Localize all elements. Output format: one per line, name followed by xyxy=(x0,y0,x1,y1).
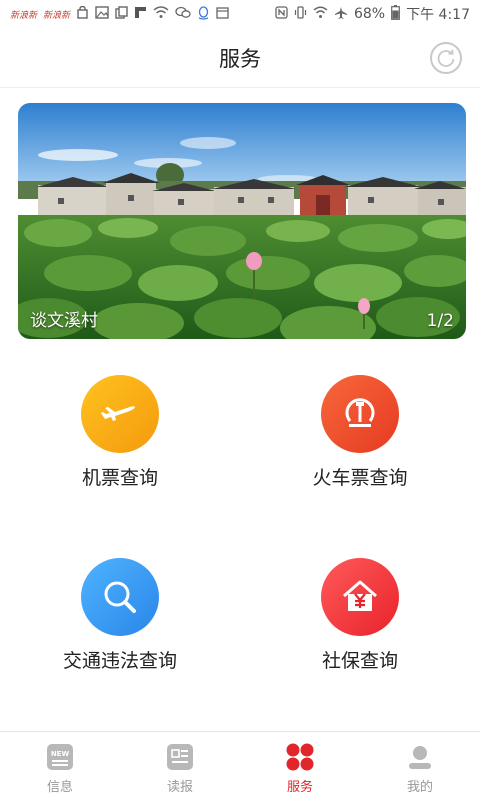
app-header: 服务 xyxy=(0,28,480,88)
flipboard-icon xyxy=(134,6,147,22)
village-lotus-photo xyxy=(18,103,466,339)
bag-icon xyxy=(76,5,89,22)
services-grid: 机票查询 火车票查询 交通违法查询 社保查询 xyxy=(0,360,480,720)
clock: 下午 4:17 xyxy=(406,7,470,23)
sina-news-app-icon-2: 新浪新 xyxy=(43,10,71,21)
vibrate-icon xyxy=(294,6,307,22)
page-title: 服务 xyxy=(219,46,261,71)
qq-icon xyxy=(197,5,210,23)
status-bar: 新浪新 新浪新 68% 下午 4:17 xyxy=(0,0,480,28)
search-icon xyxy=(81,558,159,636)
nav-item-profile[interactable]: 我的 xyxy=(360,732,480,800)
sina-news-app-icon: 新浪新 xyxy=(10,10,38,21)
flight-ticket-service[interactable]: 机票查询 xyxy=(0,375,240,515)
news-icon: NEW xyxy=(45,742,75,772)
refresh-icon xyxy=(437,49,455,67)
nav-label-services: 服务 xyxy=(286,780,313,795)
banner-carousel[interactable]: 谈文溪村 1/2 xyxy=(18,103,466,339)
house-yuan-icon xyxy=(321,558,399,636)
nav-item-services[interactable]: 服务 xyxy=(240,732,360,800)
nav-label-profile: 我的 xyxy=(406,780,433,795)
banner-page-indicator: 1/2 xyxy=(426,311,454,331)
train-icon xyxy=(321,375,399,453)
bottom-navigation: NEW 信息 读报 服务 我的 xyxy=(0,731,480,800)
airplane-icon xyxy=(81,375,159,453)
status-bar-left: 新浪新 新浪新 xyxy=(10,5,229,23)
train-ticket-label: 火车票查询 xyxy=(312,467,408,489)
nav-item-info[interactable]: NEW 信息 xyxy=(0,732,120,800)
refresh-button[interactable] xyxy=(430,42,462,74)
services-icon xyxy=(285,742,315,772)
copy-icon xyxy=(115,6,128,22)
social-security-service[interactable]: 社保查询 xyxy=(240,558,480,698)
social-security-label: 社保查询 xyxy=(321,650,398,672)
flight-ticket-label: 机票查询 xyxy=(81,467,158,489)
nav-item-newspaper[interactable]: 读报 xyxy=(120,732,240,800)
wechat-icon xyxy=(175,6,191,22)
banner-caption: 谈文溪村 xyxy=(30,311,98,331)
status-bar-right: 68% 下午 4:17 xyxy=(275,4,470,24)
nfc-icon xyxy=(275,6,288,22)
traffic-violation-service[interactable]: 交通违法查询 xyxy=(0,558,240,698)
nav-label-info: 信息 xyxy=(46,780,73,795)
nav-label-newspaper: 读报 xyxy=(166,780,193,795)
newspaper-icon xyxy=(165,742,195,772)
battery-icon xyxy=(391,5,401,23)
svg-text:NEW: NEW xyxy=(51,750,70,758)
airplane-mode-icon xyxy=(334,6,348,23)
train-ticket-service[interactable]: 火车票查询 xyxy=(240,375,480,515)
traffic-violation-label: 交通违法查询 xyxy=(62,650,177,672)
image-icon xyxy=(95,6,109,22)
calendar-icon xyxy=(216,6,229,22)
profile-icon xyxy=(405,742,435,772)
battery-percent: 68% xyxy=(353,6,386,22)
wifi-signal-icon xyxy=(313,6,328,22)
wifi-app-icon xyxy=(153,6,169,22)
